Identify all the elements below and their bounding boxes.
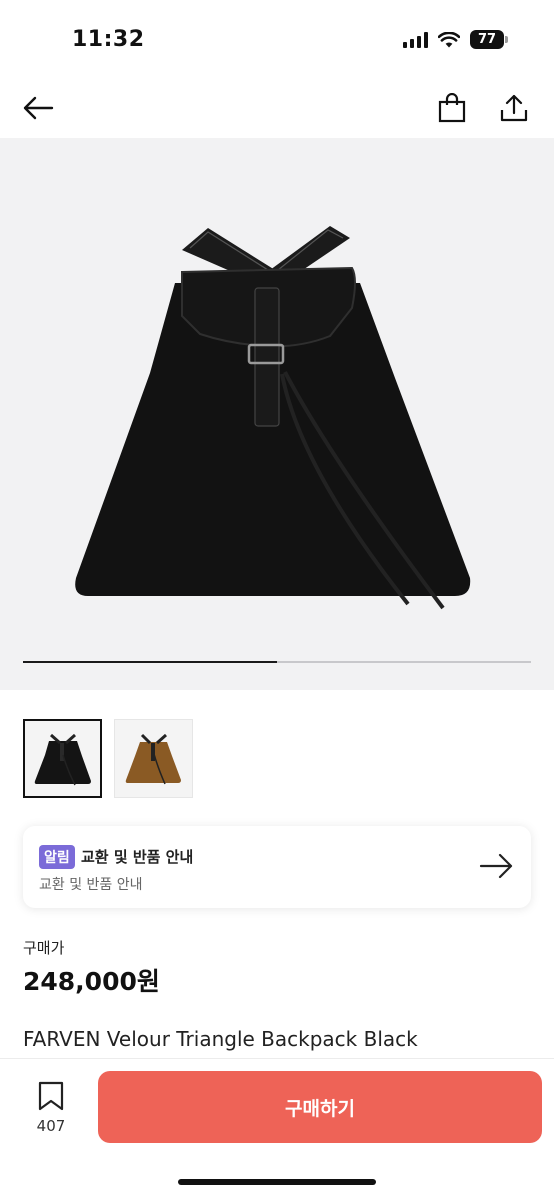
share-icon bbox=[500, 94, 528, 122]
product-image-carousel[interactable] bbox=[0, 138, 554, 690]
notice-title: 교환 및 반품 안내 bbox=[81, 848, 194, 866]
shopping-bag-icon bbox=[438, 93, 466, 123]
exchange-return-notice[interactable]: 알림 교환 및 반품 안내 교환 및 반품 안내 bbox=[23, 826, 531, 908]
home-indicator bbox=[178, 1179, 376, 1185]
product-name: FARVEN Velour Triangle Backpack Black bbox=[23, 1027, 418, 1051]
thumbnail-list bbox=[23, 719, 193, 798]
buy-button[interactable]: 구매하기 bbox=[98, 1071, 542, 1143]
share-button[interactable] bbox=[494, 88, 534, 128]
price-label: 구매가 bbox=[23, 939, 65, 957]
thumbnail-black[interactable] bbox=[23, 719, 102, 798]
arrow-right-icon bbox=[479, 853, 513, 879]
bookmark-button[interactable]: 407 bbox=[28, 1081, 74, 1135]
bookmark-icon bbox=[38, 1081, 64, 1111]
back-button[interactable] bbox=[18, 88, 58, 128]
price-value: 248,000원 bbox=[23, 967, 160, 996]
top-nav bbox=[0, 80, 554, 136]
wifi-icon bbox=[438, 31, 460, 47]
notice-subtitle: 교환 및 반품 안내 bbox=[39, 877, 143, 893]
status-icons: 77 bbox=[403, 30, 508, 49]
status-bar: 11:32 77 bbox=[0, 0, 554, 80]
gallery-progress-track bbox=[23, 661, 531, 663]
gallery-progress-fill bbox=[23, 661, 277, 663]
battery-tip bbox=[505, 36, 508, 43]
thumbnail-brown-image bbox=[115, 720, 192, 797]
notice-badge: 알림 bbox=[39, 845, 75, 869]
battery-icon: 77 bbox=[470, 30, 504, 49]
cart-button[interactable] bbox=[432, 88, 472, 128]
backpack-image bbox=[75, 226, 471, 610]
bookmark-count: 407 bbox=[36, 1117, 66, 1135]
status-time: 11:32 bbox=[72, 27, 145, 52]
arrow-left-icon bbox=[23, 96, 54, 120]
thumbnail-brown[interactable] bbox=[114, 719, 193, 798]
cellular-signal-icon bbox=[403, 31, 428, 48]
thumbnail-black-image bbox=[25, 721, 100, 796]
